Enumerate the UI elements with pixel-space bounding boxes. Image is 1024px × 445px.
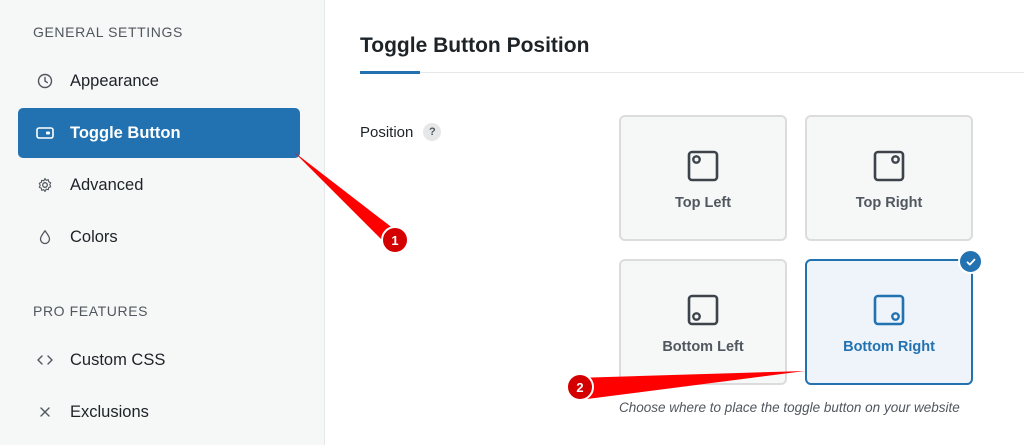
settings-sidebar: GENERAL SETTINGS Appearance Toggle Butto… <box>0 0 325 445</box>
sidebar-item-label: Custom CSS <box>70 350 166 369</box>
title-divider <box>360 72 1024 73</box>
droplet-icon <box>36 228 54 246</box>
sidebar-item-label: Appearance <box>70 71 159 90</box>
sidebar-item-appearance[interactable]: Appearance <box>18 56 300 106</box>
sidebar-item-toggle-button[interactable]: Toggle Button <box>18 108 300 158</box>
settings-main-panel: Toggle Button Position Position ? Top Le… <box>326 0 1024 445</box>
bottom-left-position-icon <box>687 294 719 326</box>
sidebar-item-advanced[interactable]: Advanced <box>18 160 300 210</box>
page-title: Toggle Button Position <box>360 34 590 57</box>
sidebar-item-label: Toggle Button <box>70 123 181 142</box>
option-label: Bottom Right <box>843 339 935 355</box>
pro-features-heading: PRO FEATURES <box>33 303 149 319</box>
sidebar-item-custom-css[interactable]: Custom CSS <box>18 335 300 385</box>
top-right-position-icon <box>873 150 905 182</box>
position-label-text: Position <box>360 123 414 141</box>
position-option-top-left[interactable]: Top Left <box>619 115 787 241</box>
sidebar-item-label: Exclusions <box>70 402 149 421</box>
checkmark-icon <box>958 249 983 274</box>
bottom-right-position-icon <box>873 294 905 326</box>
position-option-bottom-left[interactable]: Bottom Left <box>619 259 787 385</box>
top-left-position-icon <box>687 150 719 182</box>
sidebar-item-label: Advanced <box>70 175 144 194</box>
general-settings-heading: GENERAL SETTINGS <box>33 24 183 40</box>
option-label: Top Right <box>855 195 923 211</box>
gear-icon <box>36 176 54 194</box>
sidebar-item-label: Colors <box>70 227 118 246</box>
title-accent-bar <box>360 71 420 74</box>
toggle-card-icon <box>36 124 54 142</box>
code-icon <box>36 351 54 369</box>
option-label: Bottom Left <box>662 339 744 355</box>
option-label: Top Left <box>674 195 732 211</box>
sidebar-item-exclusions[interactable]: Exclusions <box>18 387 300 437</box>
position-help-text: Choose where to place the toggle button … <box>619 400 960 415</box>
position-field-label: Position ? <box>360 123 442 141</box>
help-icon[interactable]: ? <box>423 123 442 141</box>
clock-icon <box>36 72 54 90</box>
position-option-bottom-right[interactable]: Bottom Right <box>805 249 983 385</box>
position-option-top-right[interactable]: Top Right <box>805 115 973 241</box>
sidebar-item-colors[interactable]: Colors <box>18 212 300 262</box>
close-icon <box>36 403 54 421</box>
